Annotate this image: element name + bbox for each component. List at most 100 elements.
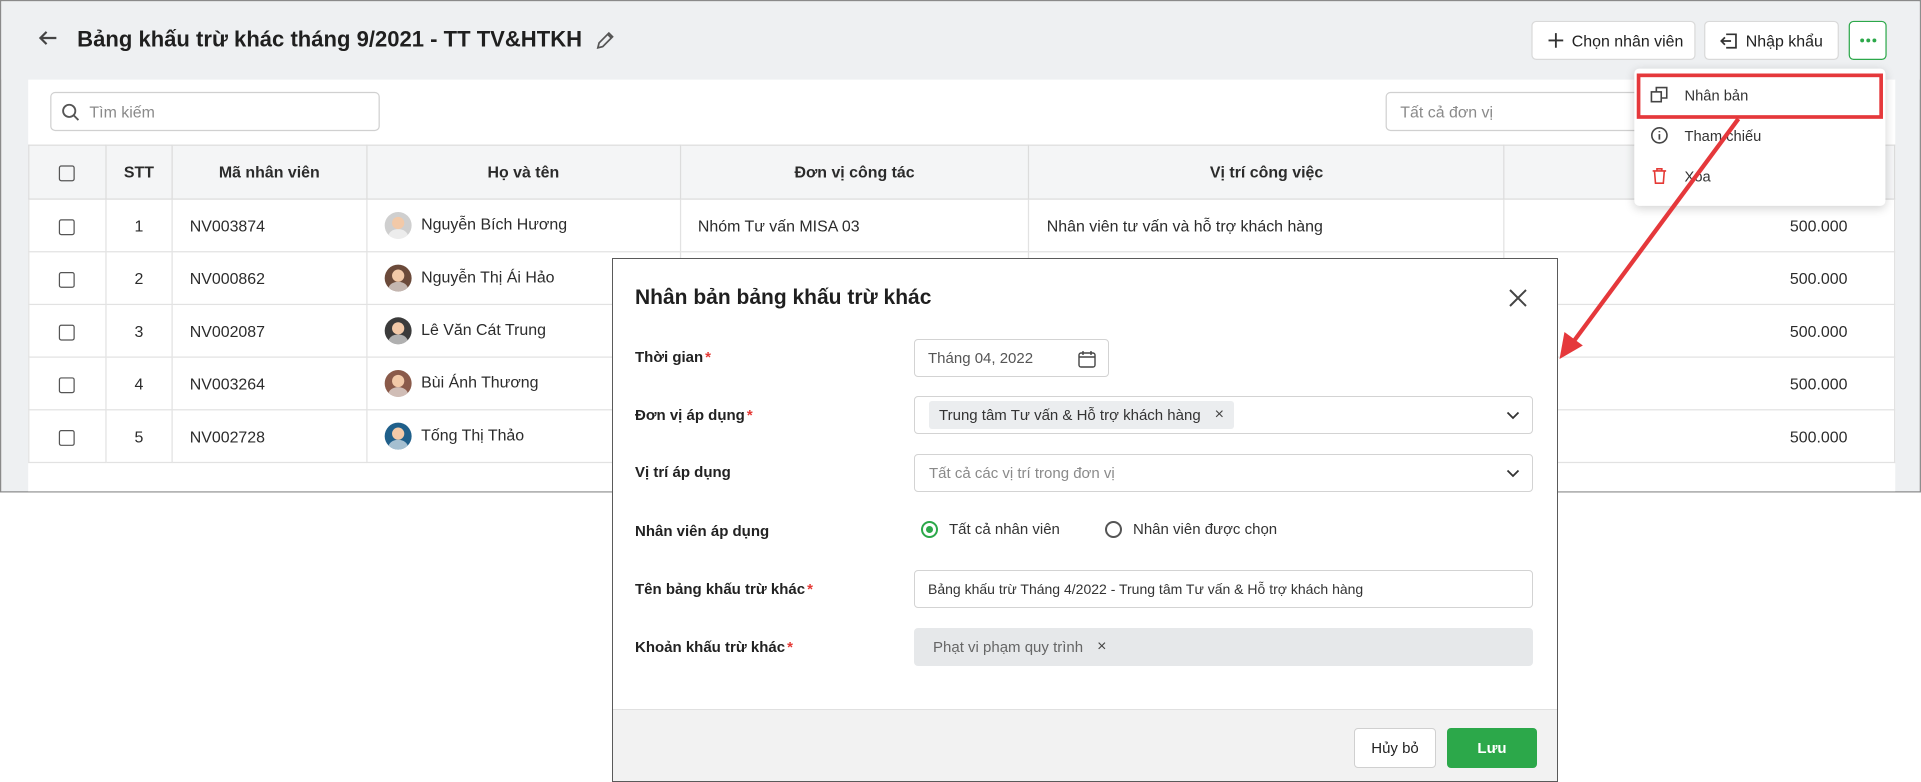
position-label: Vị trí áp dụng xyxy=(635,464,731,481)
row-code: NV003874 xyxy=(171,198,368,253)
row-checkbox[interactable] xyxy=(59,218,76,235)
radio-button-checked xyxy=(921,521,938,538)
column-header-unit[interactable]: Đơn vị công tác xyxy=(679,144,1030,200)
row-code: NV002728 xyxy=(171,409,368,464)
search-icon xyxy=(62,103,80,121)
radio-label: Nhân viên được chọn xyxy=(1133,521,1278,538)
row-name: Tống Thị Thảo xyxy=(421,425,525,445)
dialog-footer: Hủy bỏ Lưu xyxy=(613,709,1557,781)
chevron-down-icon xyxy=(1506,469,1520,478)
back-arrow-icon[interactable] xyxy=(37,27,62,54)
column-header-code[interactable]: Mã nhân viên xyxy=(171,144,368,200)
more-dots-icon xyxy=(1859,38,1876,43)
menu-item-reference[interactable]: Tham chiếu xyxy=(1634,115,1885,155)
row-name: Bùi Ánh Thương xyxy=(421,372,539,392)
duplicate-dialog: Nhân bản bảng khấu trừ khác Thời gian * T… xyxy=(612,258,1558,782)
menu-item-label: Xóa xyxy=(1684,167,1711,185)
unit-label: Đơn vị áp dụng * xyxy=(635,407,753,424)
save-button[interactable]: Lưu xyxy=(1447,728,1537,768)
row-stt: 5 xyxy=(105,409,173,464)
row-stt: 2 xyxy=(105,251,173,306)
row-checkbox[interactable] xyxy=(59,429,76,446)
choose-employee-button[interactable]: Chọn nhân viên xyxy=(1531,20,1696,61)
deduction-label-text: Khoản khấu trừ khác xyxy=(635,639,786,656)
name-value: Bảng khấu trừ Tháng 4/2022 - Trung tâm T… xyxy=(928,581,1364,597)
row-stt: 3 xyxy=(105,303,173,358)
row-amount: 500.000 xyxy=(1503,251,1896,306)
deduction-label: Khoản khấu trừ khác * xyxy=(635,639,793,656)
row-select-cell xyxy=(28,356,107,411)
row-amount: 500.000 xyxy=(1503,356,1896,411)
column-header-name[interactable]: Họ và tên xyxy=(366,144,681,200)
row-amount: 500.000 xyxy=(1503,198,1896,253)
chevron-down-icon xyxy=(1506,411,1520,420)
calendar-icon xyxy=(1078,351,1096,368)
row-select-cell xyxy=(28,251,107,306)
avatar xyxy=(384,264,412,292)
close-icon[interactable] xyxy=(1505,285,1531,311)
row-code: NV002087 xyxy=(171,303,368,358)
position-select[interactable]: Tất cả các vị trí trong đơn vị xyxy=(914,454,1533,492)
import-button[interactable]: Nhập khẩu xyxy=(1704,20,1839,61)
row-select-cell xyxy=(28,409,107,464)
name-label: Tên bảng khấu trừ khác * xyxy=(635,581,813,598)
radio-selected-employees[interactable]: Nhân viên được chọn xyxy=(1105,521,1277,538)
search-input[interactable] xyxy=(89,102,359,121)
row-checkbox[interactable] xyxy=(59,271,76,288)
time-label-text: Thời gian xyxy=(635,349,704,366)
row-amount: 500.000 xyxy=(1503,303,1896,358)
row-name: Nguyễn Bích Hương xyxy=(421,214,568,234)
time-picker[interactable]: Tháng 04, 2022 xyxy=(914,339,1109,377)
row-checkbox[interactable] xyxy=(59,376,76,393)
more-options-button[interactable] xyxy=(1848,20,1887,61)
unit-select[interactable]: Trung tâm Tư vấn & Hỗ trợ khách hàng × xyxy=(914,396,1533,434)
choose-employee-label: Chọn nhân viên xyxy=(1571,31,1684,50)
row-checkbox[interactable] xyxy=(59,324,76,341)
unit-label-text: Đơn vị áp dụng xyxy=(635,407,745,424)
page-title: Bảng khấu trừ khác tháng 9/2021 - TT TV&… xyxy=(77,26,583,52)
import-icon xyxy=(1720,32,1737,49)
employee-label: Nhân viên áp dụng xyxy=(635,523,770,540)
table-row[interactable]: 1 NV003874 Nguyễn Bích Hương Nhóm Tư vấn… xyxy=(28,198,1896,253)
radio-button xyxy=(1105,521,1122,538)
avatar xyxy=(384,211,412,239)
highlight-box xyxy=(1636,73,1883,119)
row-select-cell xyxy=(28,198,107,253)
tag-remove-icon[interactable]: × xyxy=(1215,407,1224,423)
search-box xyxy=(50,91,380,132)
unit-tag: Trung tâm Tư vấn & Hỗ trợ khách hàng × xyxy=(929,401,1235,429)
row-amount: 500.000 xyxy=(1503,409,1896,464)
page-header: Bảng khấu trừ khác tháng 9/2021 - TT TV&… xyxy=(1,1,1920,80)
select-all-checkbox[interactable] xyxy=(59,165,76,182)
position-placeholder: Tất cả các vị trí trong đơn vị xyxy=(929,464,1115,482)
unit-filter-select[interactable]: Tất cả đơn vị xyxy=(1385,91,1668,132)
name-label-text: Tên bảng khấu trừ khác xyxy=(635,581,806,598)
row-code: NV003264 xyxy=(171,356,368,411)
cancel-button[interactable]: Hủy bỏ xyxy=(1354,728,1436,768)
dialog-title: Nhân bản bảng khấu trừ khác xyxy=(635,286,932,309)
row-name-cell: Nguyễn Bích Hương xyxy=(366,198,681,253)
avatar xyxy=(384,317,412,345)
name-input[interactable]: Bảng khấu trừ Tháng 4/2022 - Trung tâm T… xyxy=(914,570,1533,608)
deduction-tag: Phạt vi phạm quy trình × xyxy=(923,633,1116,661)
tag-remove-icon: × xyxy=(1097,638,1107,655)
radio-all-employees[interactable]: Tất cả nhân viên xyxy=(921,521,1060,538)
table-header-row: STT Mã nhân viên Họ và tên Đơn vị công t… xyxy=(28,144,1896,200)
row-name: Lê Văn Cát Trung xyxy=(421,320,546,339)
row-code: NV000862 xyxy=(171,251,368,306)
pencil-icon[interactable] xyxy=(595,31,617,53)
unit-tag-label: Trung tâm Tư vấn & Hỗ trợ khách hàng xyxy=(939,406,1201,424)
select-all-cell xyxy=(28,144,107,200)
column-header-position[interactable]: Vị trí công việc xyxy=(1028,144,1505,200)
row-unit: Nhóm Tư vấn MISA 03 xyxy=(679,198,1030,253)
time-label: Thời gian * xyxy=(635,349,712,366)
avatar xyxy=(384,422,412,450)
row-position: Nhân viên tư vấn và hỗ trợ khách hàng xyxy=(1028,198,1505,253)
deduction-tag-label: Phạt vi phạm quy trình xyxy=(933,638,1084,656)
row-stt: 1 xyxy=(105,198,173,253)
row-select-cell xyxy=(28,303,107,358)
menu-item-label: Tham chiếu xyxy=(1684,126,1762,144)
column-header-stt[interactable]: STT xyxy=(105,144,173,200)
menu-item-delete[interactable]: Xóa xyxy=(1634,156,1885,196)
avatar xyxy=(384,369,412,397)
